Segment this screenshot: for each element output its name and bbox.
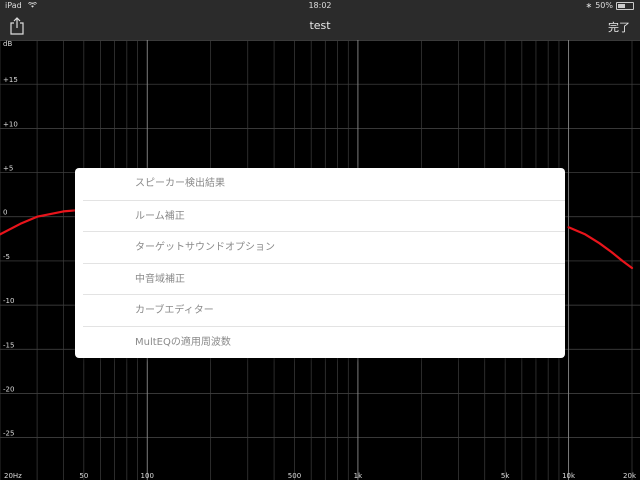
y-tick-label: 0 <box>3 209 7 217</box>
y-tick-label: -10 <box>3 297 14 305</box>
y-tick-label: +5 <box>3 165 13 173</box>
menu-item[interactable]: スピーカー検出結果 <box>75 168 565 200</box>
status-bar: iPad 18:02 ∗ 50% <box>0 0 640 12</box>
x-tick-label: 10k <box>562 472 576 480</box>
status-time: 18:02 <box>308 1 332 10</box>
menu-item[interactable]: カーブエディター <box>83 294 565 326</box>
y-tick-label: -15 <box>3 341 14 349</box>
options-menu: スピーカー検出結果 ルーム補正 ターゲットサウンドオプション 中音域補正 カーブエディタ… <box>75 168 565 358</box>
y-tick-label: +15 <box>3 76 18 84</box>
battery-icon <box>616 1 634 10</box>
menu-item[interactable]: ルーム補正 <box>83 199 565 232</box>
battery-percent: 50% <box>595 1 613 10</box>
x-tick-label: 20Hz <box>4 472 22 480</box>
menu-item[interactable]: ターゲットサウンドオプション <box>83 231 565 263</box>
y-axis-label: dB <box>3 40 12 48</box>
bluetooth-icon: ∗ <box>585 1 593 10</box>
x-tick-label: 50 <box>79 472 88 480</box>
status-battery: ∗ 50% <box>586 1 634 10</box>
eq-curve-line <box>567 226 634 270</box>
x-tick-label: 100 <box>141 472 154 480</box>
page-title: test <box>309 19 331 32</box>
done-button[interactable]: 完了 <box>608 19 630 35</box>
x-tick-label: 20k <box>623 472 637 480</box>
y-tick-label: -5 <box>3 253 10 261</box>
nav-bar: test 完了 <box>0 12 640 41</box>
menu-item[interactable]: MultEQの適用周波数 <box>83 325 565 358</box>
y-tick-label: -20 <box>3 385 14 393</box>
x-tick-label: 1k <box>354 472 363 480</box>
y-tick-label: -25 <box>3 430 14 438</box>
x-tick-label: 500 <box>288 472 301 480</box>
y-tick-label: +10 <box>3 120 18 128</box>
x-tick-label: 5k <box>501 472 510 480</box>
menu-item[interactable]: 中音域補正 <box>83 262 565 295</box>
